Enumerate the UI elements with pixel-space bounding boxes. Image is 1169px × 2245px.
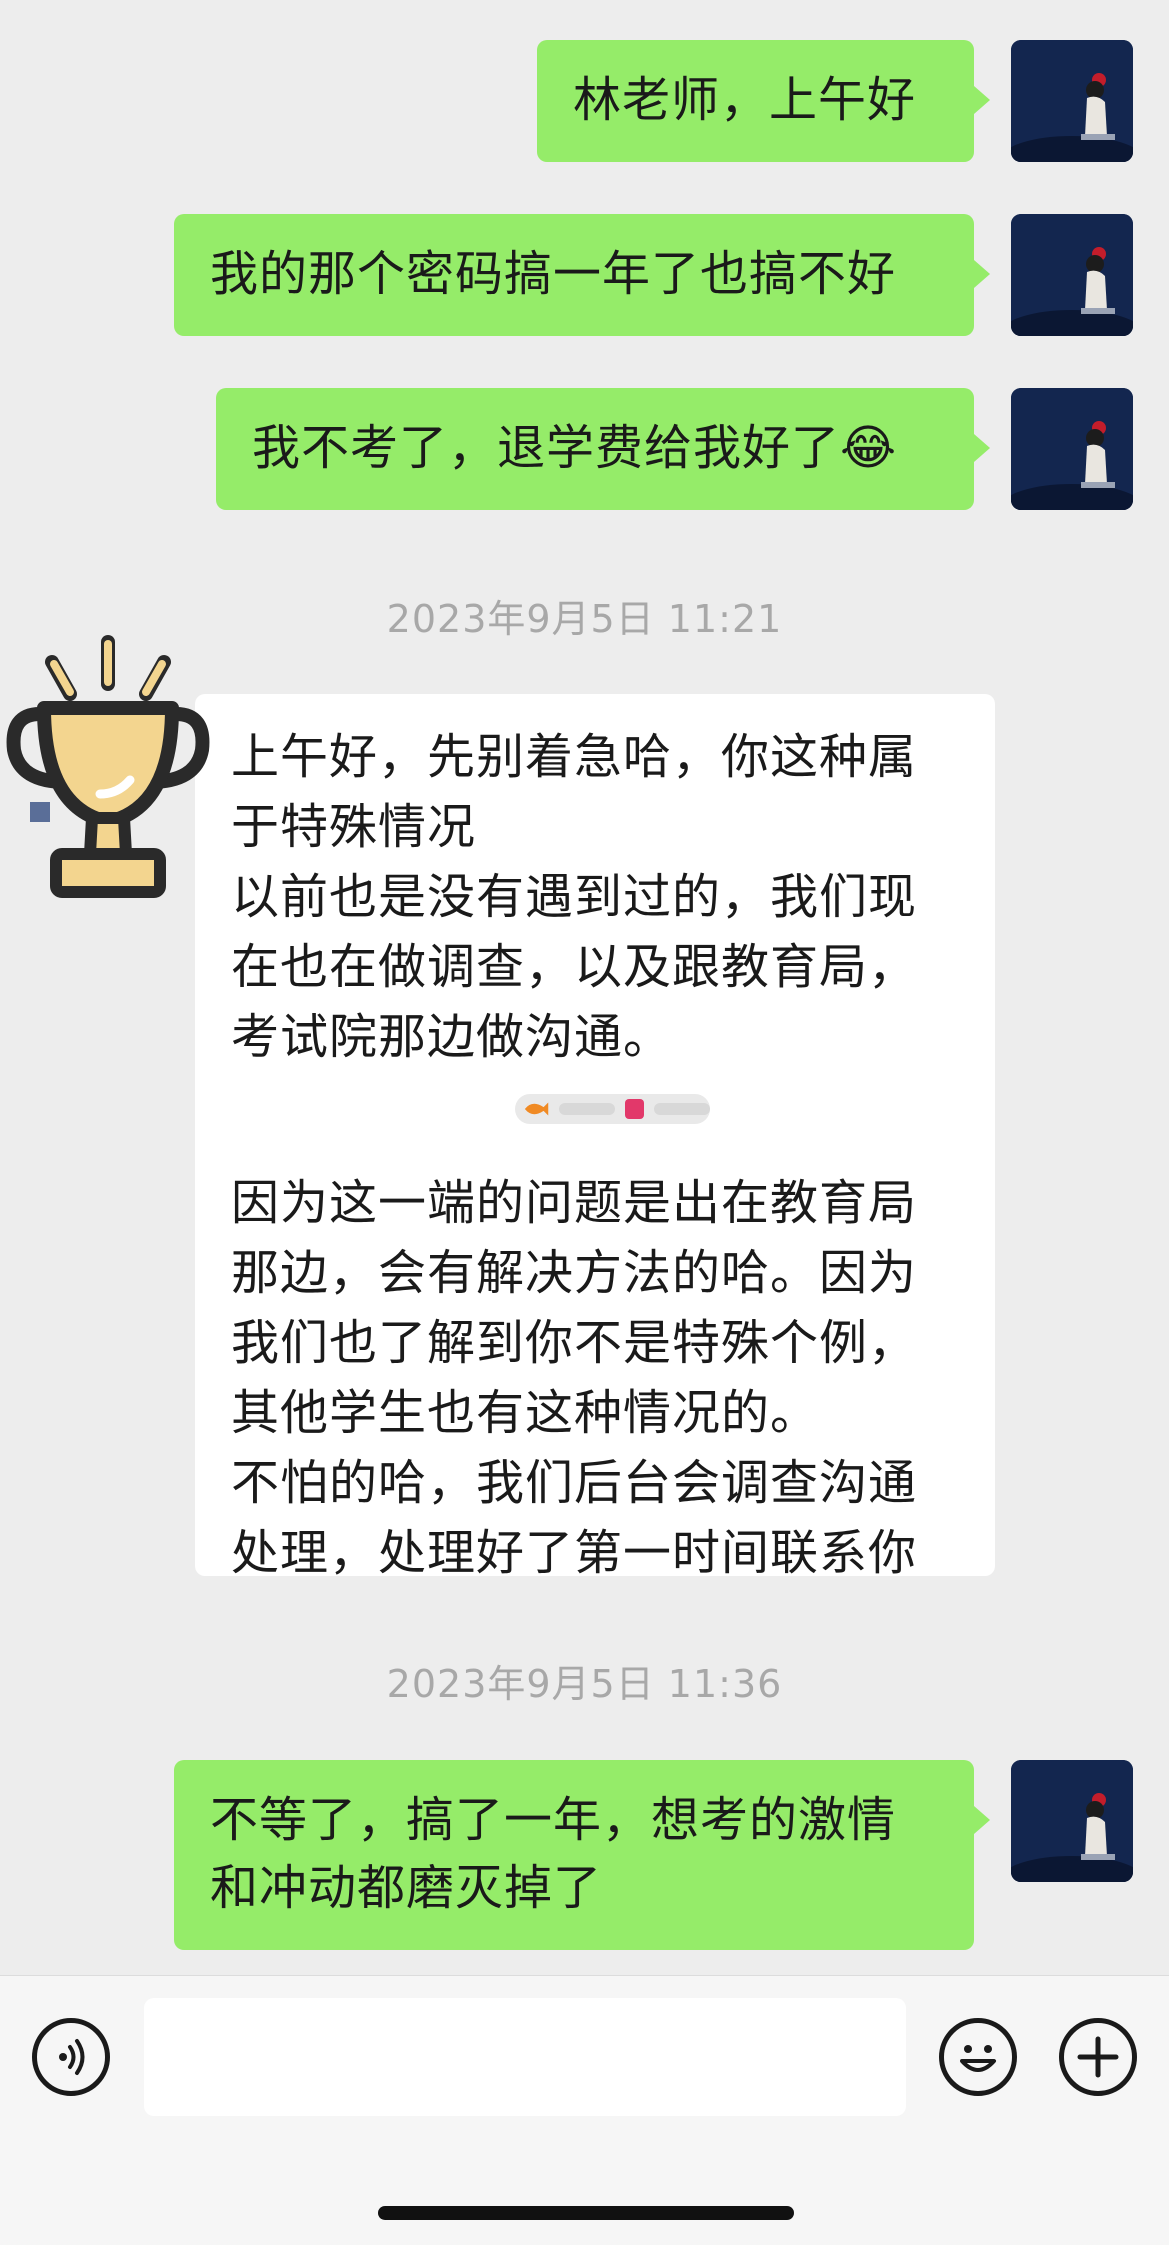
plus-icon: [1077, 2036, 1119, 2078]
message-text: 不怕的哈，我们后台会调查沟通处理，处理好了第一时间联系你: [231, 1455, 918, 1581]
message-text: 上午好，先别着急哈，你这种属于特殊情况: [231, 729, 918, 855]
plus-button[interactable]: [1059, 2018, 1137, 2096]
self-avatar[interactable]: [1011, 214, 1133, 336]
message-text: 我的那个密码搞一年了也搞不好: [210, 246, 897, 302]
input-bar: [0, 1975, 1169, 2245]
watermark-bar: [559, 1103, 616, 1115]
voice-button[interactable]: [32, 2018, 110, 2096]
message-bubble[interactable]: 我的那个密码搞一年了也搞不好: [174, 214, 990, 336]
chat-area: 林老师，上午好 我的那个密码搞一年了也搞不好 我不考了，退学费给我好了😂 202…: [0, 0, 1169, 1975]
home-indicator: [378, 2206, 794, 2220]
message-text: 不等了，搞了一年，想考的激情和冲动都磨灭掉了: [210, 1792, 897, 1916]
trophy-avatar-icon[interactable]: [0, 632, 220, 902]
self-avatar[interactable]: [1011, 1760, 1133, 1882]
message-bubble[interactable]: 上午好，先别着急哈，你这种属于特殊情况 以前也是没有遇到过的，我们现在也在做调查…: [195, 694, 995, 1581]
fish-icon: [524, 1102, 549, 1116]
message-bubble[interactable]: 不等了，搞了一年，想考的激情和冲动都磨灭掉了: [174, 1760, 990, 1950]
voice-icon: [59, 2039, 85, 2075]
self-avatar[interactable]: [1011, 40, 1133, 162]
emoji-button[interactable]: [939, 2018, 1017, 2096]
message-bubble[interactable]: 林老师，上午好: [537, 40, 990, 162]
message-text: 因为这一端的问题是出在教育局那边，会有解决方法的哈。因为我们也了解到你不是特殊个…: [231, 1175, 918, 1441]
self-avatar[interactable]: [1011, 388, 1133, 510]
watermark-logo-icon: [625, 1099, 644, 1119]
timestamp: 2023年9月5日 11:36: [386, 1662, 783, 1706]
message-text: 林老师，上午好: [573, 72, 917, 128]
message-text: 以前也是没有遇到过的，我们现在也在做调查，以及跟教育局，考试院那边做沟通。: [231, 869, 918, 1065]
laughing-emoji: 😂: [840, 420, 898, 476]
message-text: 我不考了，退学费给我好了😂: [252, 420, 898, 476]
watermark: [515, 1094, 711, 1124]
message-input[interactable]: [144, 1998, 906, 2116]
emoji-icon: [960, 2045, 996, 2072]
message-bubble[interactable]: 我不考了，退学费给我好了😂: [216, 388, 990, 510]
watermark-bar: [653, 1103, 711, 1115]
